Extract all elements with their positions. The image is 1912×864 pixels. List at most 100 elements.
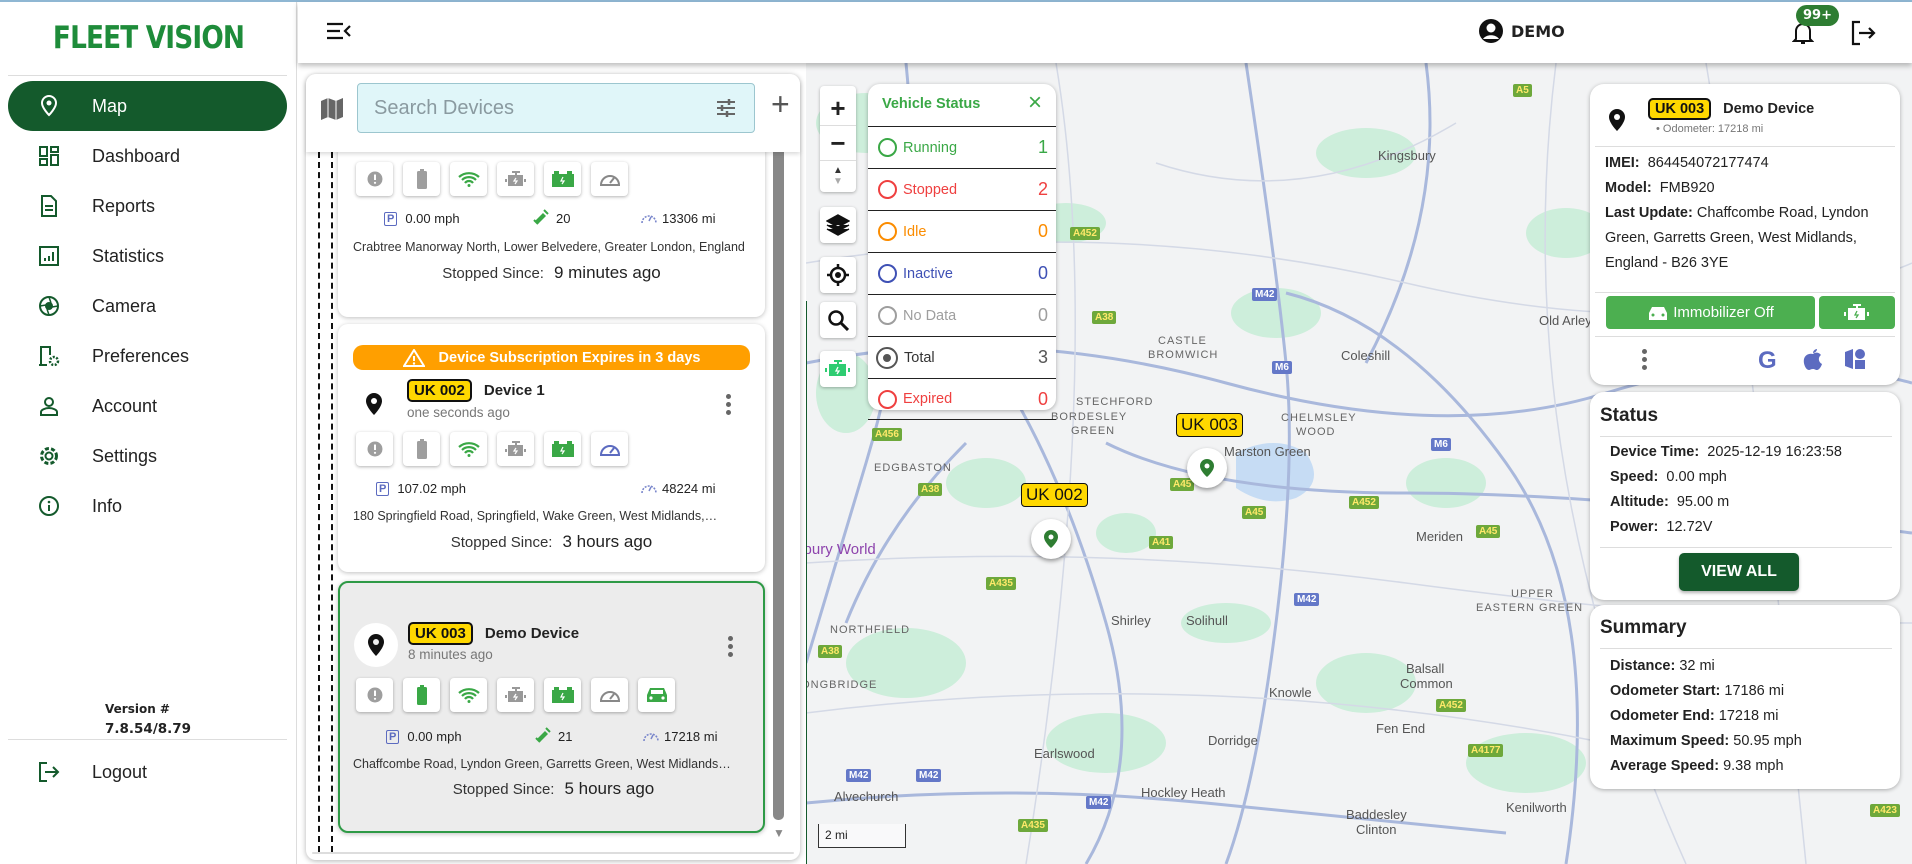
view-all-button[interactable]: VIEW ALL [1679, 553, 1799, 591]
layers-button[interactable] [820, 207, 856, 243]
vehicle-marker-uk002[interactable] [1031, 519, 1071, 559]
status-row-running[interactable]: Running 1 [868, 126, 1056, 168]
locate-button[interactable] [820, 257, 856, 293]
sidebar-item-label: Dashboard [92, 145, 181, 166]
sidebar-item-camera[interactable]: Camera [8, 281, 287, 331]
filter-sliders-icon[interactable] [716, 99, 736, 117]
battery-charging-status-button[interactable] [544, 162, 581, 196]
map-icon[interactable] [320, 97, 344, 121]
scroll-down-arrow[interactable]: ▼ [773, 826, 785, 840]
battery-status-button[interactable] [403, 432, 440, 466]
stopped-since-label: Stopped Since: [442, 265, 544, 282]
search-devices-field[interactable] [357, 83, 755, 133]
stopped-since: Stopped Since: 9 minutes ago [338, 263, 765, 283]
status-row-no-data[interactable]: No Data 0 [868, 294, 1056, 336]
summary-details: Distance: 32 mi Odometer Start: 17186 mi… [1610, 654, 1802, 779]
engine-icon [504, 171, 526, 186]
status-label: Inactive [903, 265, 953, 282]
add-device-button[interactable]: + [771, 86, 790, 123]
alert-status-button[interactable] [356, 162, 393, 196]
wifi-status-button[interactable] [450, 678, 487, 712]
sidebar-item-dashboard[interactable]: Dashboard [8, 131, 287, 181]
more-options-icon[interactable] [728, 636, 733, 660]
engine-button[interactable] [820, 351, 856, 387]
panel-resize-handle[interactable] [806, 301, 807, 864]
sidebar-item-account[interactable]: Account [8, 381, 287, 431]
license-plate: UK 003 [1648, 98, 1712, 120]
engine-status-button[interactable] [497, 432, 534, 466]
device-stats: P 0.00 mph 21 17218 mi [386, 726, 766, 744]
odometer-end-value: 17218 mi [1718, 708, 1779, 724]
more-options-icon[interactable] [1642, 349, 1647, 373]
alert-status-button[interactable] [356, 678, 393, 712]
odometer-start-value: 17186 mi [1724, 683, 1785, 699]
top-header: DEMO 99+ [298, 2, 1912, 63]
version-number: 7.8.54/8.79 [105, 721, 192, 737]
road-badge: A452 [1070, 227, 1100, 240]
scrollbar-thumb[interactable] [773, 152, 784, 820]
google-maps-icon[interactable]: G [1758, 347, 1777, 375]
zoom-controls: + − ▲ ▼ [820, 86, 856, 192]
device-card-selected[interactable]: UK 003 Demo Device 8 minutes ago P 0.00 mp… [338, 581, 765, 833]
battery-status-button[interactable] [403, 678, 440, 712]
odometer-start-label: Odometer Start: [1610, 683, 1721, 699]
satellite-count: 20 [556, 210, 571, 226]
vehicle-marker-uk003[interactable] [1187, 448, 1227, 488]
status-row-total[interactable]: Total 3 [868, 336, 1056, 378]
map-label: UPPER [1511, 588, 1554, 600]
location-pin-icon [368, 634, 384, 656]
sidebar-item-map[interactable]: Map [8, 81, 287, 131]
engine-status-button[interactable] [497, 678, 534, 712]
odometer-subtitle: • Odometer: 17218 mi [1656, 123, 1764, 135]
battery-status-button[interactable] [403, 162, 440, 196]
notifications-button[interactable]: 99+ [1791, 5, 1839, 51]
device-card[interactable]: Device Subscription Expires in 3 days UK… [338, 324, 765, 572]
status-row-inactive[interactable]: Inactive 0 [868, 252, 1056, 294]
map-search-button[interactable] [820, 302, 856, 338]
location-pin-icon [1044, 530, 1058, 548]
speedometer-status-button[interactable] [591, 678, 628, 712]
zoom-out-button[interactable]: − [830, 126, 845, 160]
status-row-expired[interactable]: Expired 0 [868, 378, 1056, 420]
map-label: Kenilworth [1506, 800, 1567, 815]
device-name: Device 1 [483, 382, 545, 399]
status-row-stopped[interactable]: Stopped 2 [868, 168, 1056, 210]
sidebar-item-reports[interactable]: Reports [8, 181, 287, 231]
wifi-status-button[interactable] [450, 162, 487, 196]
speedometer-status-button[interactable] [591, 162, 628, 196]
search-input[interactable] [374, 96, 694, 120]
vehicle-status-title: Vehicle Status [882, 96, 981, 112]
wifi-status-button[interactable] [450, 432, 487, 466]
logout-icon[interactable] [1850, 20, 1876, 51]
status-row-idle[interactable]: Idle 0 [868, 210, 1056, 252]
waze-icon[interactable] [1844, 348, 1866, 370]
car-status-button[interactable] [638, 678, 675, 712]
battery-charging-status-button[interactable] [544, 432, 581, 466]
sidebar-item-info[interactable]: Info [8, 481, 287, 531]
engine-control-button[interactable] [1819, 296, 1895, 329]
battery-charging-icon [551, 441, 574, 457]
more-options-icon[interactable] [726, 394, 731, 418]
sidebar-item-statistics[interactable]: Statistics [8, 231, 287, 281]
close-icon[interactable]: × [1028, 89, 1042, 117]
collapse-menu-icon[interactable] [326, 22, 352, 45]
battery-charging-status-button[interactable] [544, 678, 581, 712]
stopped-since-label: Stopped Since: [452, 781, 555, 798]
compass-button[interactable]: ▲ ▼ [833, 161, 843, 187]
map-label: BROMWICH [1148, 349, 1219, 361]
sidebar-item-preferences[interactable]: Preferences [8, 331, 287, 381]
user-menu[interactable]: DEMO [1478, 18, 1565, 44]
alert-icon [367, 171, 382, 187]
alert-status-button[interactable] [356, 432, 393, 466]
preferences-icon [36, 343, 62, 369]
dashed-line [331, 152, 333, 852]
speedometer-status-button[interactable] [591, 432, 628, 466]
zoom-in-button[interactable]: + [830, 91, 845, 125]
engine-status-button[interactable] [497, 162, 534, 196]
sidebar-item-settings[interactable]: Settings [8, 431, 287, 481]
list-bottom-edge [312, 852, 794, 854]
apple-maps-icon[interactable] [1803, 348, 1823, 370]
road-badge: A423 [1870, 804, 1900, 817]
logout-nav-button[interactable]: Logout [8, 747, 287, 797]
immobilizer-button[interactable]: Immobilizer Off [1606, 296, 1815, 329]
